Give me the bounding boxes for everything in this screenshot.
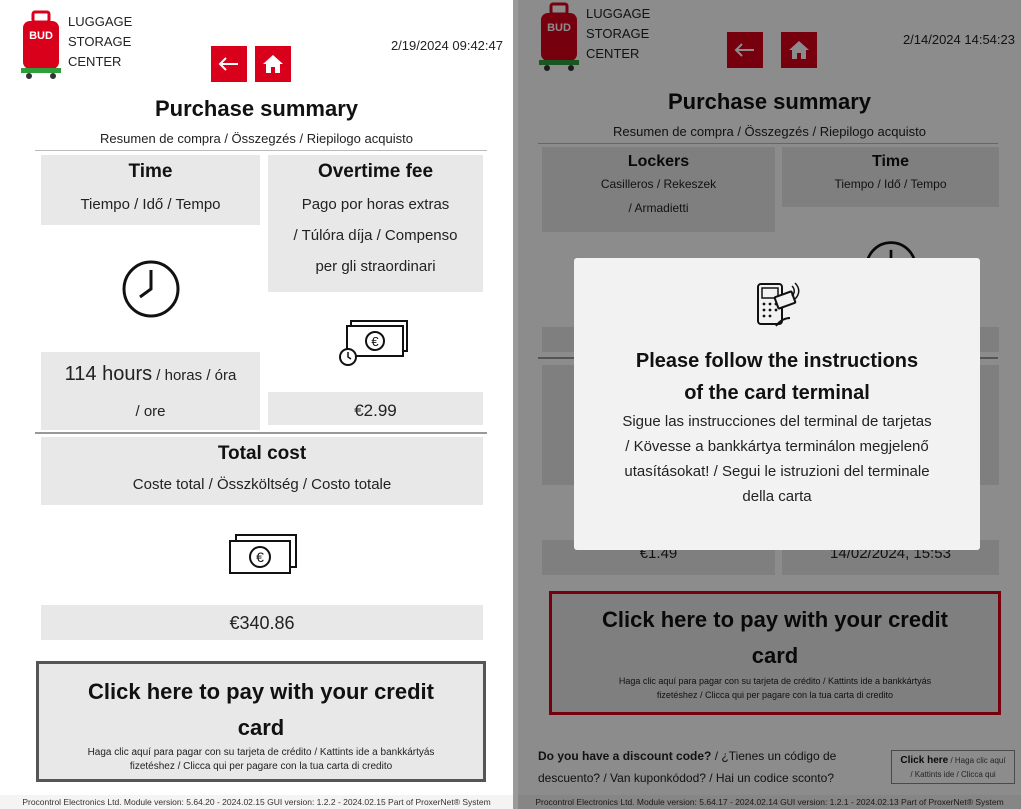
total-cost-icon-area: €: [41, 505, 483, 605]
overtime-money-icon: €: [338, 320, 408, 366]
time-card-value-cont: / ore: [135, 403, 166, 420]
card-terminal-modal: Please follow the instructions of the ca…: [574, 258, 980, 550]
luggage-logo-icon: BUD: [21, 10, 61, 79]
hours-value: 114 hours: [64, 363, 153, 385]
time-card-subtitle: Tiempo / Idő / Tempo: [80, 196, 221, 213]
total-cost-card: Total cost Coste total / Összköltség / C…: [41, 437, 483, 640]
header: BUD LUGGAGE STORAGE CENTER 2/19/2024 09:…: [0, 0, 513, 88]
total-cost-subtitle: Coste total / Összköltség / Costo totale: [132, 476, 392, 493]
time-card-title: Time: [128, 161, 173, 182]
left-screen: BUD LUGGAGE STORAGE CENTER 2/19/2024 09:…: [0, 0, 513, 809]
overtime-icon-area: €: [268, 292, 483, 392]
money-icon: €: [229, 534, 297, 574]
time-card-value: 114 hours / horas / óra: [41, 363, 260, 386]
datetime: 2/19/2024 09:42:47: [390, 38, 503, 53]
time-card: Time Tiempo / Idő / Tempo 114 hours / ho…: [41, 155, 260, 430]
right-screen: BUD LUGGAGE STORAGE CENTER 2/14/2024 14:…: [518, 0, 1021, 809]
pay-button-title-cont: card: [237, 715, 285, 740]
modal-title-cont: of the card terminal: [684, 382, 870, 404]
svg-text:€: €: [371, 334, 379, 349]
section-divider: [35, 432, 487, 434]
back-button[interactable]: [211, 46, 247, 82]
total-cost-title: Total cost: [217, 443, 307, 464]
svg-text:€: €: [256, 549, 264, 565]
home-button[interactable]: [255, 46, 291, 82]
page-title: Purchase summary: [155, 96, 358, 121]
modal-text-3: utasításokat! / Segui le istruzioni del …: [624, 463, 930, 480]
pay-button-subtitle-cont: fizetéshez / Clicca qui per pagare con l…: [129, 761, 393, 772]
page-subtitle: Resumen de compra / Összegzés / Riepilog…: [100, 131, 413, 146]
brand-line: STORAGE: [68, 34, 132, 49]
arrow-left-icon: [218, 57, 238, 71]
modal-text-1: Sigue las instrucciones del terminal de …: [622, 413, 932, 430]
modal-text-2: / Kövesse a bankkártya terminálon megjel…: [625, 438, 929, 455]
card-terminal-icon: [757, 282, 800, 327]
hours-unit: / horas / óra: [152, 367, 237, 384]
overtime-sub-3: per gli straordinari: [315, 258, 436, 275]
overtime-sub-1: Pago por horas extras: [301, 196, 450, 213]
overtime-card-value: €2.99: [354, 401, 397, 420]
overtime-card-title: Overtime fee: [317, 161, 434, 182]
footer-version: Procontrol Electronics Ltd. Module versi…: [0, 795, 513, 809]
brand-line: LUGGAGE: [68, 14, 133, 29]
home-icon: [263, 55, 283, 73]
overtime-sub-2: / Túlóra díja / Compenso: [293, 227, 458, 244]
pay-button-subtitle: Haga clic aquí para pagar con su tarjeta…: [87, 747, 435, 758]
logo-badge-text: BUD: [29, 30, 53, 42]
brand-line: CENTER: [68, 54, 122, 69]
pay-credit-card-button[interactable]: Click here to pay with your credit card …: [36, 661, 486, 782]
modal-text-4: della carta: [742, 488, 812, 505]
title-divider: [35, 150, 487, 151]
brand-name: LUGGAGE STORAGE CENTER: [68, 12, 132, 72]
total-cost-value: €340.86: [229, 613, 295, 633]
clock-icon: [122, 260, 179, 317]
modal-title: Please follow the instructions: [635, 350, 919, 372]
overtime-card: Overtime fee Pago por horas extras / Túl…: [268, 155, 483, 425]
pay-button-title: Click here to pay with your credit: [88, 679, 434, 704]
time-card-icon-area: [41, 225, 260, 352]
